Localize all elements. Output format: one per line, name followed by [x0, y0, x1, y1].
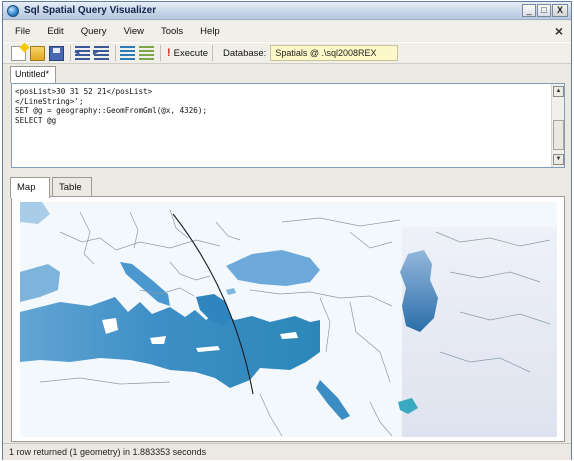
menu-edit[interactable]: Edit: [47, 26, 63, 37]
app-window: Sql Spatial Query Visualizer _ □ X File …: [2, 1, 572, 460]
tab-untitled[interactable]: Untitled*: [10, 66, 57, 83]
app-globe-icon: [7, 5, 19, 17]
menu-help[interactable]: Help: [200, 26, 220, 37]
menu-bar: File Edit Query View Tools Help ×: [3, 21, 571, 41]
scroll-up-arrow-icon[interactable]: ▲: [553, 86, 564, 97]
map-panel: [11, 196, 565, 442]
menu-tools[interactable]: Tools: [161, 26, 183, 37]
query-editor[interactable]: <posList>30 31 52 21</posList> </LineStri…: [11, 83, 565, 168]
editor-line: SELECT @g: [15, 115, 57, 125]
menu-view[interactable]: View: [124, 26, 144, 37]
scroll-thumb[interactable]: [553, 120, 564, 150]
database-label: Database:: [223, 47, 267, 59]
status-bar: 1 row returned (1 geometry) in 1.883353 …: [3, 443, 571, 460]
execute-label: Execute: [173, 47, 208, 59]
title-bar[interactable]: Sql Spatial Query Visualizer _ □ X: [3, 2, 571, 20]
close-document-button[interactable]: ×: [555, 23, 563, 39]
window-controls: _ □ X: [522, 4, 568, 17]
editor-line: <posList>30 31 52 21</posList>: [15, 87, 153, 96]
toolbar: ! Execute Database: Spatials @ .\sql2008…: [3, 42, 571, 64]
menu-file[interactable]: File: [15, 26, 30, 37]
uncomment-lines-icon[interactable]: [139, 45, 154, 61]
toolbar-separator: [115, 45, 116, 61]
open-folder-icon[interactable]: [30, 45, 45, 61]
tab-map[interactable]: Map: [10, 177, 50, 198]
increase-indent-icon[interactable]: [93, 45, 109, 61]
minimize-button[interactable]: _: [522, 4, 536, 17]
toolbar-separator: [212, 45, 213, 61]
close-button[interactable]: X: [552, 4, 568, 17]
decrease-indent-icon[interactable]: [74, 45, 90, 61]
tab-table[interactable]: Table: [52, 177, 92, 196]
comment-lines-icon[interactable]: [120, 45, 135, 61]
map-view[interactable]: [20, 202, 557, 437]
toolbar-separator: [160, 45, 161, 61]
editor-scrollbar[interactable]: ▲ ▼: [551, 84, 564, 167]
database-select[interactable]: Spatials @ .\sql2008REX: [270, 45, 399, 61]
editor-line: SET @g = geography::GeomFromGml(@x, 4326…: [15, 106, 208, 115]
query-text[interactable]: <posList>30 31 52 21</posList> </LineStri…: [15, 87, 207, 125]
new-file-icon[interactable]: [11, 45, 26, 61]
execute-button[interactable]: ! Execute: [165, 45, 210, 62]
window-title: Sql Spatial Query Visualizer: [24, 5, 157, 16]
scroll-down-arrow-icon[interactable]: ▼: [553, 154, 564, 165]
save-icon[interactable]: [49, 45, 64, 61]
menu-query[interactable]: Query: [81, 26, 107, 37]
editor-line: </LineString>';: [15, 96, 84, 106]
toolbar-separator: [70, 45, 71, 61]
map-svg: [20, 202, 557, 437]
maximize-button[interactable]: □: [537, 4, 551, 17]
execute-icon: !: [167, 47, 171, 59]
status-text: 1 row returned (1 geometry) in 1.883353 …: [9, 447, 207, 457]
